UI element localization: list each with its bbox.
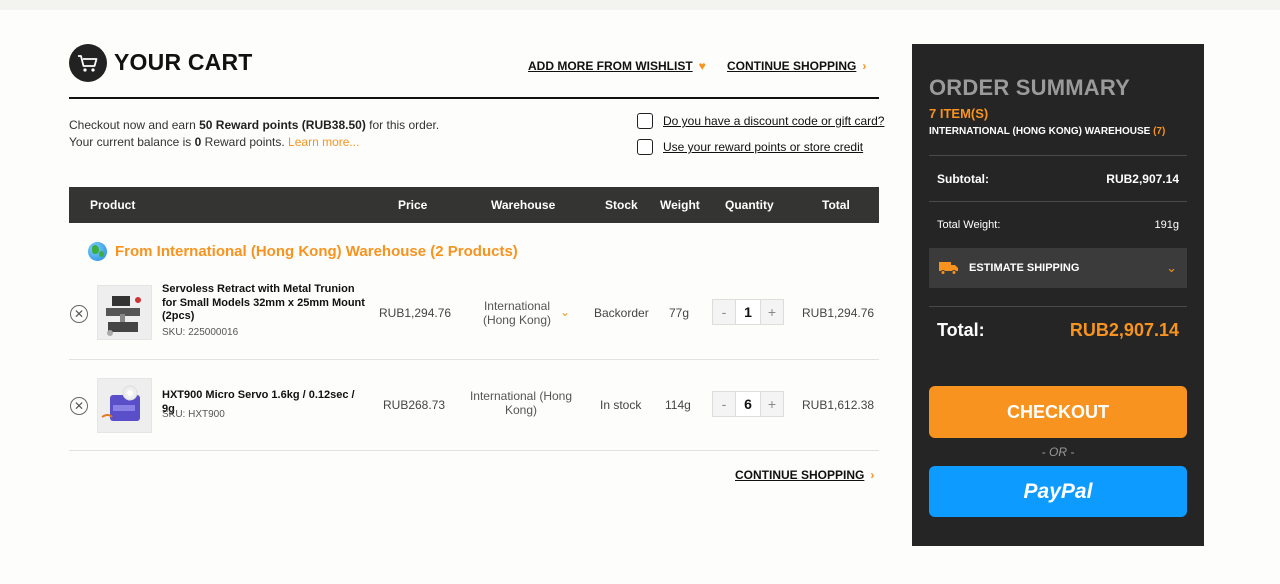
group-title-text: From International (Hong Kong) Warehouse… [115, 243, 518, 260]
rewards-line-2: Your current balance is 0 Reward points.… [69, 134, 439, 151]
rewards-info: Checkout now and earn 50 Reward points (… [69, 117, 439, 151]
discount-label: Do you have a discount code or gift card… [663, 114, 885, 128]
item-count: 7 ITEM(S) [929, 106, 989, 121]
warehouse-select[interactable]: International (Hong Kong) [473, 299, 561, 327]
total-label: Total: [937, 320, 985, 340]
qty-increase-button[interactable]: + [761, 392, 783, 416]
product-name-link[interactable]: Servoless Retract with Metal Trunion for… [162, 283, 367, 324]
chevron-down-icon[interactable]: ⌄ [560, 305, 570, 319]
product-thumbnail[interactable] [97, 378, 152, 433]
heart-icon: ♥ [698, 59, 706, 73]
col-weight: Weight [660, 198, 700, 212]
warehouse-group-title: From International (Hong Kong) Warehouse… [88, 242, 518, 261]
col-total: Total [822, 198, 850, 212]
product-thumbnail[interactable] [97, 285, 152, 340]
chevron-down-icon: ⌄ [1166, 260, 1177, 275]
col-warehouse: Warehouse [491, 198, 556, 212]
reward-points-value: (RUB38.50) [301, 118, 366, 132]
weight-value: 191g [1154, 219, 1179, 231]
col-quantity: Quantity [725, 198, 774, 212]
globe-icon [88, 242, 107, 261]
weight-row: Total Weight: 191g [937, 219, 1179, 231]
qty-input[interactable]: 6 [735, 392, 761, 416]
reward-checkbox[interactable] [637, 139, 653, 155]
continue-link-label: CONTINUE SHOPPING [727, 59, 857, 73]
page-title: YOUR CART [114, 49, 253, 75]
stock-status: In stock [600, 398, 642, 412]
continue-shopping-link-bottom[interactable]: CONTINUE SHOPPING › [735, 468, 874, 482]
table-row: ✕ Servoless Retract with Metal Trunion f… [69, 280, 879, 350]
row-divider [69, 359, 879, 360]
total-row: Total: RUB2,907.14 [937, 320, 1179, 341]
col-stock: Stock [605, 198, 638, 212]
paypal-button[interactable]: PayPal [929, 466, 1187, 517]
product-price: RUB1,294.76 [379, 306, 452, 320]
subtotal-label: Subtotal: [937, 172, 989, 186]
checkout-button[interactable]: CHECKOUT [929, 386, 1187, 438]
col-price: Price [398, 198, 428, 212]
quantity-stepper: - 1 + [712, 299, 784, 325]
continue-shopping-link-top[interactable]: CONTINUE SHOPPING › [727, 59, 866, 73]
header-divider [69, 97, 879, 99]
reward-points: 50 Reward points [199, 118, 299, 132]
add-from-wishlist-link[interactable]: ADD MORE FROM WISHLIST ♥ [528, 59, 706, 73]
summary-divider [929, 201, 1187, 202]
or-separator: - OR - [1041, 445, 1075, 459]
cart-table-header: Product Price Warehouse Stock Weight Qua… [69, 187, 879, 223]
table-row: ✕ HXT900 Micro Servo 1.6kg / 0.12sec / 9… [69, 375, 879, 437]
rewards-text: for this order. [365, 118, 440, 132]
continue-link-label: CONTINUE SHOPPING [735, 468, 865, 482]
chevron-right-icon: › [870, 468, 875, 482]
warehouse-select[interactable]: International (Hong Kong) [466, 389, 576, 417]
rewards-text: Checkout now and earn [69, 118, 200, 132]
reward-points-option[interactable]: Use your reward points or store credit [637, 139, 863, 155]
remove-item-button[interactable]: ✕ [70, 305, 88, 323]
rewards-line-1: Checkout now and earn 50 Reward points (… [69, 117, 439, 134]
row-divider [69, 450, 879, 451]
summary-divider [929, 155, 1187, 156]
estimate-shipping-toggle[interactable]: ESTIMATE SHIPPING ⌄ [929, 248, 1187, 288]
product-weight: 114g [665, 398, 691, 412]
top-strip [0, 0, 1280, 10]
qty-increase-button[interactable]: + [761, 300, 783, 324]
balance-text: Reward points. [201, 135, 285, 149]
wishlist-link-label: ADD MORE FROM WISHLIST [528, 59, 693, 73]
cart-icon [69, 44, 107, 82]
summary-warehouse-count: (7) [1153, 126, 1166, 137]
qty-decrease-button[interactable]: - [713, 300, 735, 324]
estimate-shipping-label: ESTIMATE SHIPPING [969, 262, 1080, 274]
product-sku: SKU: 225000016 [162, 327, 239, 338]
summary-warehouse: INTERNATIONAL (HONG KONG) WAREHOUSE (7) [929, 126, 1165, 137]
discount-checkbox[interactable] [637, 113, 653, 129]
discount-code-option[interactable]: Do you have a discount code or gift card… [637, 113, 884, 129]
weight-label: Total Weight: [937, 219, 1001, 231]
subtotal-value: RUB2,907.14 [1106, 172, 1179, 186]
chevron-right-icon: › [862, 59, 867, 73]
balance-text: Your current balance is [69, 135, 195, 149]
summary-divider [929, 306, 1187, 307]
total-value: RUB2,907.14 [1069, 320, 1179, 340]
quantity-stepper: - 6 + [712, 391, 784, 417]
qty-decrease-button[interactable]: - [713, 392, 735, 416]
product-sku: SKU: HXT900 [162, 409, 225, 420]
learn-more-link[interactable]: Learn more... [288, 135, 359, 149]
summary-title: ORDER SUMMARY [929, 75, 1131, 100]
summary-warehouse-name: INTERNATIONAL (HONG KONG) WAREHOUSE [929, 126, 1151, 137]
qty-input[interactable]: 1 [735, 300, 761, 324]
product-weight: 77g [669, 306, 690, 320]
subtotal-row: Subtotal: RUB2,907.14 [937, 172, 1179, 186]
order-summary-panel: ORDER SUMMARY 7 ITEM(S) INTERNATIONAL (H… [912, 44, 1204, 546]
line-total: RUB1,294.76 [802, 306, 875, 320]
stock-status: Backorder [594, 306, 649, 320]
line-total: RUB1,612.38 [802, 398, 875, 412]
truck-icon [939, 262, 958, 275]
reward-option-label: Use your reward points or store credit [663, 140, 864, 154]
col-product: Product [90, 198, 136, 212]
product-price: RUB268.73 [383, 398, 446, 412]
remove-item-button[interactable]: ✕ [70, 397, 88, 415]
